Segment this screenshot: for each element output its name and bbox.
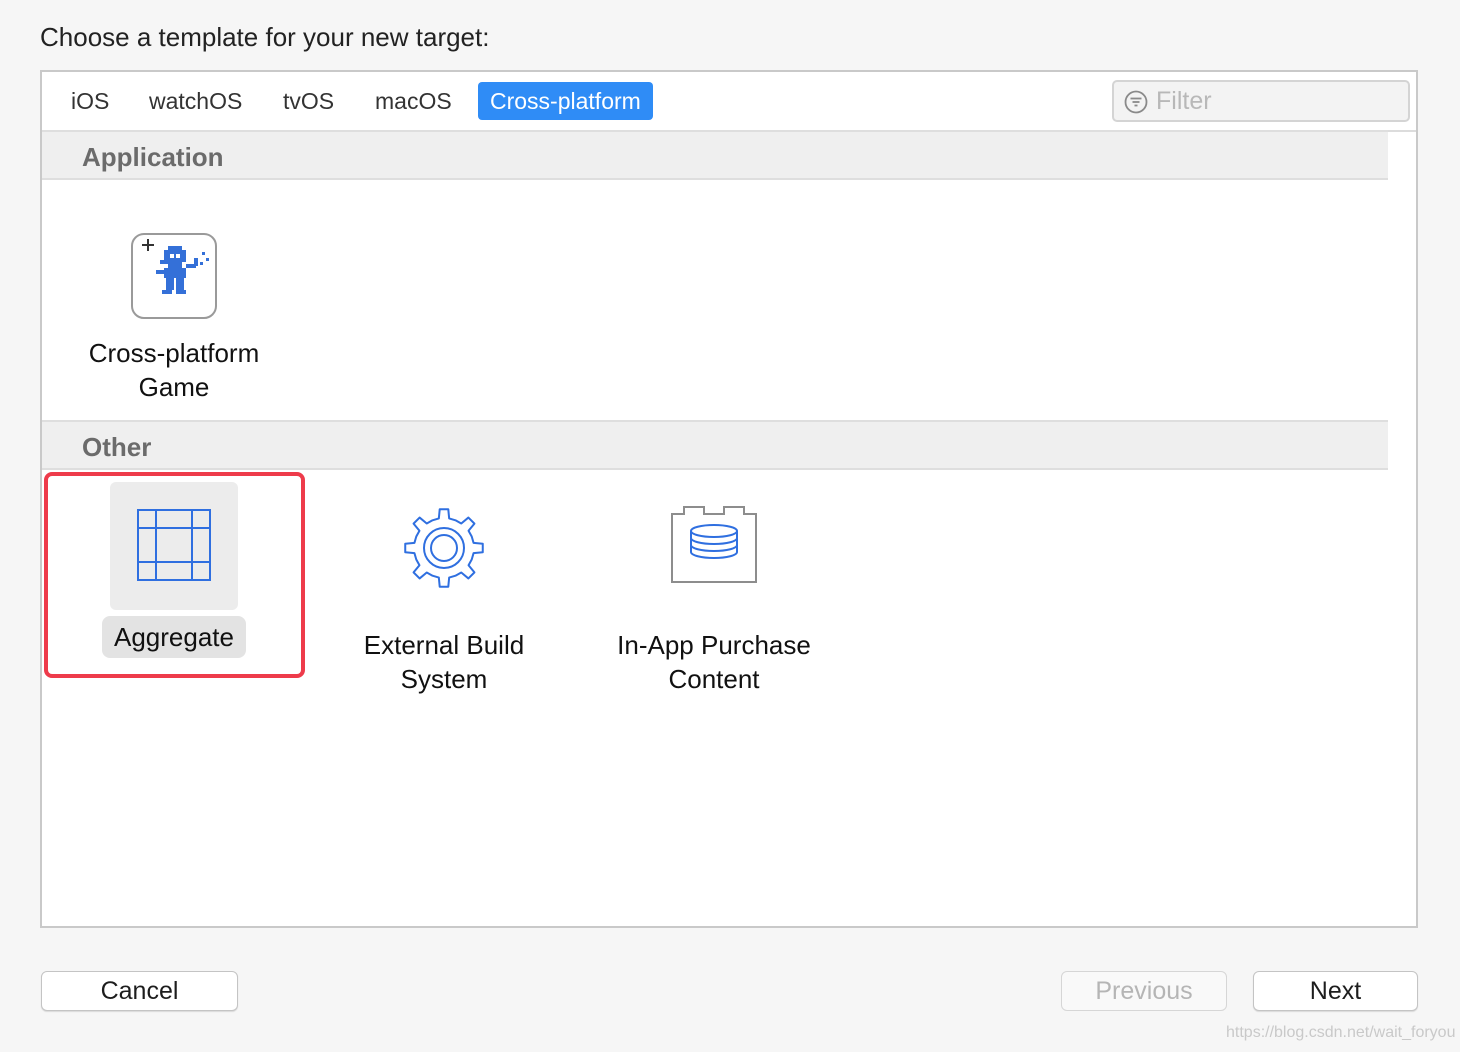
in-app-purchase-icon-box [650,482,778,610]
in-app-purchase-icon [671,506,757,583]
tab-watchos[interactable]: watchOS [137,82,254,120]
filter-icon [1124,90,1148,114]
tab-cross-platform[interactable]: Cross-platform [478,82,653,120]
filter-field[interactable] [1112,80,1410,122]
template-label-line2: System [400,664,488,694]
template-label-line1: Cross-platform [88,338,260,368]
section-header-other: Other [42,420,1388,470]
section-title-application: Application [82,142,224,172]
template-label-line2: Content [668,664,760,694]
template-label: In-App Purchase Content [594,628,834,696]
section-header-application: Application [42,130,1388,180]
template-in-app-purchase-content[interactable]: In-App Purchase Content [594,482,834,694]
cross-platform-game-icon-box [110,212,238,340]
external-build-icon-box [380,482,508,610]
selection-highlight-box [44,472,305,678]
template-label-line1: In-App Purchase [617,630,811,660]
cancel-button[interactable]: Cancel [41,971,238,1011]
tab-macos[interactable]: macOS [363,82,464,120]
platform-tab-bar: iOS watchOS tvOS macOS Cross-platform [42,72,1416,132]
tab-tvos[interactable]: tvOS [271,82,346,120]
dialog-heading: Choose a template for your new target: [40,22,490,52]
section-title-other: Other [82,432,152,462]
template-label: External Build System [324,628,564,696]
template-label-line1: External Build [363,630,525,660]
gear-icon [404,508,484,588]
filter-input[interactable] [1156,86,1396,116]
watermark-text: https://blog.csdn.net/wait_foryou [1226,1024,1456,1041]
template-label: Cross-platform Game [54,336,294,404]
tab-ios[interactable]: iOS [59,82,121,120]
template-external-build-system[interactable]: External Build System [324,482,564,694]
template-cross-platform-game[interactable]: Cross-platform Game [54,212,294,412]
template-label-line2: Game [138,372,210,402]
previous-button[interactable]: Previous [1061,971,1227,1011]
next-button[interactable]: Next [1253,971,1418,1011]
game-sprite-icon [131,233,217,319]
